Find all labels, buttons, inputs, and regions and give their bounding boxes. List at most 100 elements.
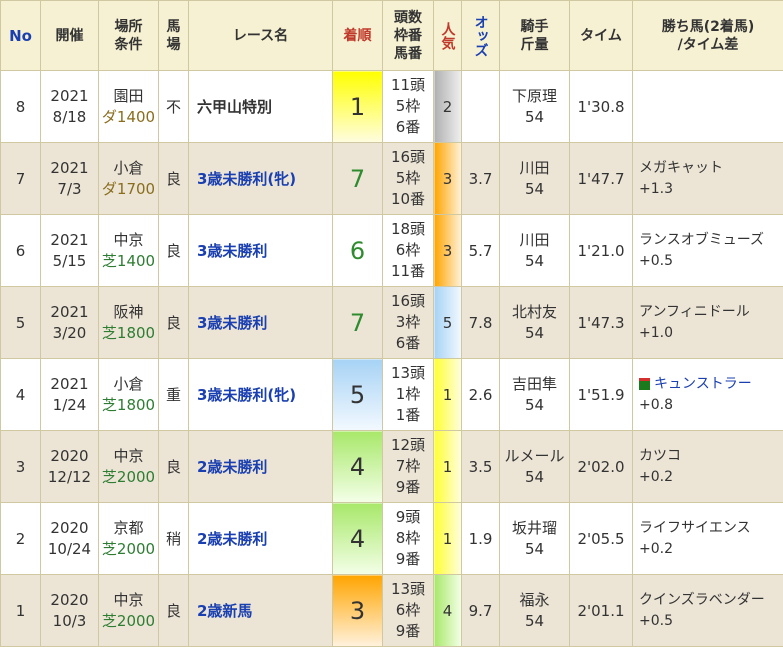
race-row: 5 2021 3/20 阪神 芝1800 良 3歳未勝利 7 16頭 3枠 6番 5 7… bbox=[0, 286, 783, 359]
jockey-weight: 坂井瑠 54 bbox=[499, 502, 570, 575]
race-row: 6 2021 5/15 中京 芝1400 良 3歳未勝利 6 18頭 6枠 11番 3 … bbox=[0, 214, 783, 287]
race-date: 2021 7/3 bbox=[40, 142, 99, 215]
race-time: 2'02.0 bbox=[569, 430, 633, 503]
odds-value: 3.7 bbox=[461, 142, 500, 215]
race-time: 1'47.7 bbox=[569, 142, 633, 215]
race-date: 2020 10/3 bbox=[40, 574, 99, 647]
field-info: 12頭 7枠 9番 bbox=[382, 430, 434, 503]
odds-value: 5.7 bbox=[461, 214, 500, 287]
finish-position: 7 bbox=[332, 286, 383, 359]
jockey-weight: ルメール 54 bbox=[499, 430, 570, 503]
race-name-link[interactable]: 六甲山特別 bbox=[188, 70, 333, 143]
race-name-link[interactable]: 3歳未勝利(牝) bbox=[188, 358, 333, 431]
race-date: 2020 10/24 bbox=[40, 502, 99, 575]
race-venue: 中京 芝1400 bbox=[98, 214, 159, 287]
field-info: 13頭 1枠 1番 bbox=[382, 358, 434, 431]
winner-cell: アンフィニドール +1.0 bbox=[632, 286, 783, 359]
row-no: 8 bbox=[0, 70, 41, 143]
winner-cell: クインズラベンダー +0.5 bbox=[632, 574, 783, 647]
race-name-link[interactable]: 3歳未勝利(牝) bbox=[188, 142, 333, 215]
row-no: 6 bbox=[0, 214, 41, 287]
race-date: 2021 5/15 bbox=[40, 214, 99, 287]
header-jockey: 騎手 斤量 bbox=[499, 0, 570, 71]
winner-cell: メガキャット +1.3 bbox=[632, 142, 783, 215]
winner-cell: キュンストラー +0.8 bbox=[632, 358, 783, 431]
race-row: 1 2020 10/3 中京 芝2000 良 2歳新馬 3 13頭 6枠 9番 4 9.… bbox=[0, 574, 783, 647]
field-info: 16頭 3枠 6番 bbox=[382, 286, 434, 359]
row-no: 3 bbox=[0, 430, 41, 503]
race-name-link[interactable]: 2歳未勝利 bbox=[188, 430, 333, 503]
odds-value: 2.6 bbox=[461, 358, 500, 431]
header-time: タイム bbox=[569, 0, 633, 71]
odds-value bbox=[461, 70, 500, 143]
time-diff: +1.3 bbox=[639, 180, 673, 197]
race-row: 3 2020 12/12 中京 芝2000 良 2歳未勝利 4 12頭 7枠 9番 1 … bbox=[0, 430, 783, 503]
odds-value: 9.7 bbox=[461, 574, 500, 647]
race-venue: 中京 芝2000 bbox=[98, 430, 159, 503]
jockey-weight: 川田 54 bbox=[499, 214, 570, 287]
field-info: 11頭 5枠 6番 bbox=[382, 70, 434, 143]
race-date: 2021 8/18 bbox=[40, 70, 99, 143]
track-condition: 良 bbox=[158, 214, 189, 287]
popularity-rank: 3 bbox=[433, 214, 462, 287]
odds-value: 3.5 bbox=[461, 430, 500, 503]
finish-position: 1 bbox=[332, 70, 383, 143]
winner-name[interactable]: カツコ bbox=[639, 448, 681, 464]
row-no: 2 bbox=[0, 502, 41, 575]
finish-position: 3 bbox=[332, 574, 383, 647]
race-venue: 園田 ダ1400 bbox=[98, 70, 159, 143]
header-finish: 着順 bbox=[332, 0, 383, 71]
winner-cell: ライフサイエンス +0.2 bbox=[632, 502, 783, 575]
jockey-weight: 北村友 54 bbox=[499, 286, 570, 359]
winner-name[interactable]: ライフサイエンス bbox=[639, 520, 751, 536]
row-no: 7 bbox=[0, 142, 41, 215]
time-diff: +0.2 bbox=[639, 540, 673, 557]
jockey-weight: 福永 54 bbox=[499, 574, 570, 647]
race-venue: 中京 芝2000 bbox=[98, 574, 159, 647]
race-date: 2021 3/20 bbox=[40, 286, 99, 359]
race-venue: 阪神 芝1800 bbox=[98, 286, 159, 359]
winner-name[interactable]: クインズラベンダー bbox=[639, 592, 765, 608]
odds-value: 1.9 bbox=[461, 502, 500, 575]
header-venue: 場所 条件 bbox=[98, 0, 159, 71]
popularity-rank: 3 bbox=[433, 142, 462, 215]
course-distance: ダ1700 bbox=[101, 179, 156, 198]
header-odds: オッズ bbox=[461, 0, 500, 71]
race-venue: 小倉 芝1800 bbox=[98, 358, 159, 431]
race-name-link[interactable]: 3歳未勝利 bbox=[188, 286, 333, 359]
time-diff: +0.5 bbox=[639, 252, 673, 269]
header-field: 頭数 枠番 馬番 bbox=[382, 0, 434, 71]
popularity-rank: 5 bbox=[433, 286, 462, 359]
race-time: 2'05.5 bbox=[569, 502, 633, 575]
odds-value: 7.8 bbox=[461, 286, 500, 359]
row-no: 1 bbox=[0, 574, 41, 647]
winner-name[interactable]: アンフィニドール bbox=[639, 304, 750, 320]
row-no: 4 bbox=[0, 358, 41, 431]
race-time: 2'01.1 bbox=[569, 574, 633, 647]
race-name-link[interactable]: 3歳未勝利 bbox=[188, 214, 333, 287]
time-diff: +1.0 bbox=[639, 324, 673, 341]
popularity-rank: 4 bbox=[433, 574, 462, 647]
header-popularity: 人気 bbox=[433, 0, 462, 71]
course-distance: ダ1400 bbox=[101, 107, 156, 126]
race-name-link[interactable]: 2歳新馬 bbox=[188, 574, 333, 647]
jockey-weight: 下原理 54 bbox=[499, 70, 570, 143]
time-diff: +0.2 bbox=[639, 468, 673, 485]
race-name-link[interactable]: 2歳未勝利 bbox=[188, 502, 333, 575]
field-info: 16頭 5枠 10番 bbox=[382, 142, 434, 215]
course-distance: 芝2000 bbox=[101, 467, 156, 486]
time-diff: +0.8 bbox=[639, 396, 673, 413]
winner-name[interactable]: キュンストラー bbox=[654, 376, 752, 392]
winner-cell: カツコ +0.2 bbox=[632, 430, 783, 503]
time-diff: +0.5 bbox=[639, 612, 673, 629]
race-row: 8 2021 8/18 園田 ダ1400 不 六甲山特別 1 11頭 5枠 6番 2 下… bbox=[0, 70, 783, 143]
winner-name[interactable]: メガキャット bbox=[639, 160, 723, 176]
popularity-rank: 2 bbox=[433, 70, 462, 143]
race-row: 2 2020 10/24 京都 芝2000 稍 2歳未勝利 4 9頭 8枠 9番 1 1… bbox=[0, 502, 783, 575]
track-condition: 重 bbox=[158, 358, 189, 431]
winner-name[interactable]: ランスオブミューズ bbox=[639, 232, 764, 248]
race-venue: 小倉 ダ1700 bbox=[98, 142, 159, 215]
race-row: 7 2021 7/3 小倉 ダ1700 良 3歳未勝利(牝) 7 16頭 5枠 10番 … bbox=[0, 142, 783, 215]
race-time: 1'47.3 bbox=[569, 286, 633, 359]
finish-position: 6 bbox=[332, 214, 383, 287]
